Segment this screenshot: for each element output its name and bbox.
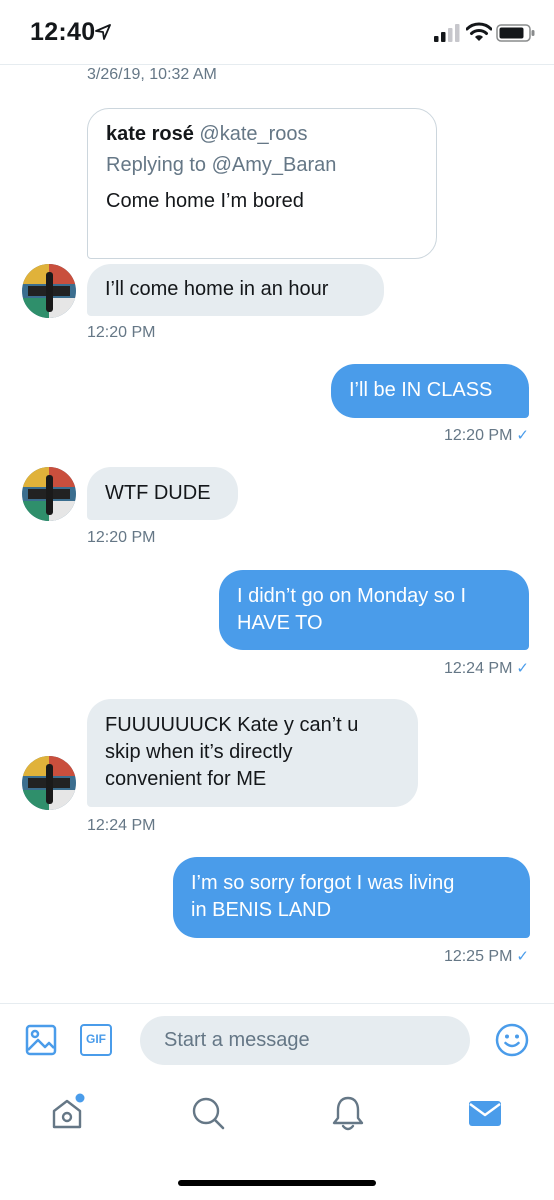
composer-divider [0,1003,554,1004]
emoji-icon[interactable] [495,1023,529,1057]
avatar[interactable] [22,756,76,810]
gif-button[interactable]: GIF [80,1024,112,1056]
message-bubble-incoming[interactable]: I’ll come home in an hour [87,264,384,316]
read-check-icon: ✓ [516,427,529,444]
message-timestamp-row: 12:20 PM ✓ [380,426,529,445]
message-text-line: FUUUUUUCK Kate y can’t u [105,714,359,736]
avatar[interactable] [22,264,76,318]
message-text: I’ll come home in an hour [105,278,329,300]
message-input[interactable] [140,1016,470,1065]
message-bubble-outgoing[interactable]: I’ll be IN CLASS [331,364,529,418]
message-bubble-incoming[interactable]: WTF DUDE [87,467,238,520]
home-indicator [178,1180,376,1186]
search-icon [192,1097,225,1130]
message-timestamp: 12:20 PM [443,427,513,444]
gif-label: GIF [86,1032,106,1046]
location-arrow-icon [95,24,111,40]
tab-notifications[interactable] [330,1094,366,1132]
cellular-signal-icon [434,24,460,42]
message-timestamp-row: 12:24 PM ✓ [380,659,529,678]
message-timestamp-row: 12:25 PM ✓ [380,947,529,966]
quoted-tweet-author[interactable]: kate rosé @kate_roos [106,123,308,146]
quoted-tweet-handle: @kate_roos [199,123,308,145]
avatar-image [22,467,76,521]
quoted-tweet-replying-to: Replying to @Amy_Baran [106,154,337,176]
quoted-tweet-text: Come home I’m bored [106,190,304,212]
message-timestamp: 12:24 PM [443,660,513,677]
status-time: 12:40 [30,18,96,46]
message-bubble-outgoing[interactable]: I didn’t go on Monday so I HAVE TO [219,570,529,650]
message-text: WTF DUDE [105,482,211,504]
message-text-line: skip when it’s directly [105,741,293,763]
battery-icon [496,24,535,42]
date-header: 3/26/19, 10:32 AM [87,66,217,83]
message-timestamp: 12:20 PM [87,529,156,546]
message-text-line: convenient for ME [105,768,267,790]
image-upload-icon[interactable] [25,1024,57,1056]
tab-search[interactable] [190,1095,226,1131]
tab-home[interactable] [48,1093,88,1133]
message-bubble-incoming[interactable]: FUUUUUUCK Kate y can’t u skip when it’s … [87,699,418,807]
message-text-line: in BENIS LAND [191,899,332,921]
message-text-line: HAVE TO [237,612,323,634]
bell-icon [332,1096,364,1131]
home-icon [52,1093,85,1129]
avatar-image [22,264,76,318]
message-timestamp: 12:25 PM [443,948,513,965]
message-timestamp: 12:24 PM [87,817,156,834]
read-check-icon: ✓ [516,948,529,965]
message-bubble-outgoing[interactable]: I’m so sorry forgot I was living in BENI… [173,857,530,938]
message-text-line: I’m so sorry forgot I was living [191,872,455,894]
avatar[interactable] [22,467,76,521]
tab-messages[interactable] [467,1098,503,1130]
read-check-icon: ✓ [516,660,529,677]
wifi-icon [466,22,492,41]
envelope-icon [469,1101,501,1126]
message-text-line: I didn’t go on Monday so I [237,585,467,607]
top-divider [0,64,554,65]
avatar-image [22,756,76,810]
message-timestamp: 12:20 PM [87,324,156,341]
message-text: I’ll be IN CLASS [349,379,493,401]
quoted-tweet-name: kate rosé [106,123,194,145]
